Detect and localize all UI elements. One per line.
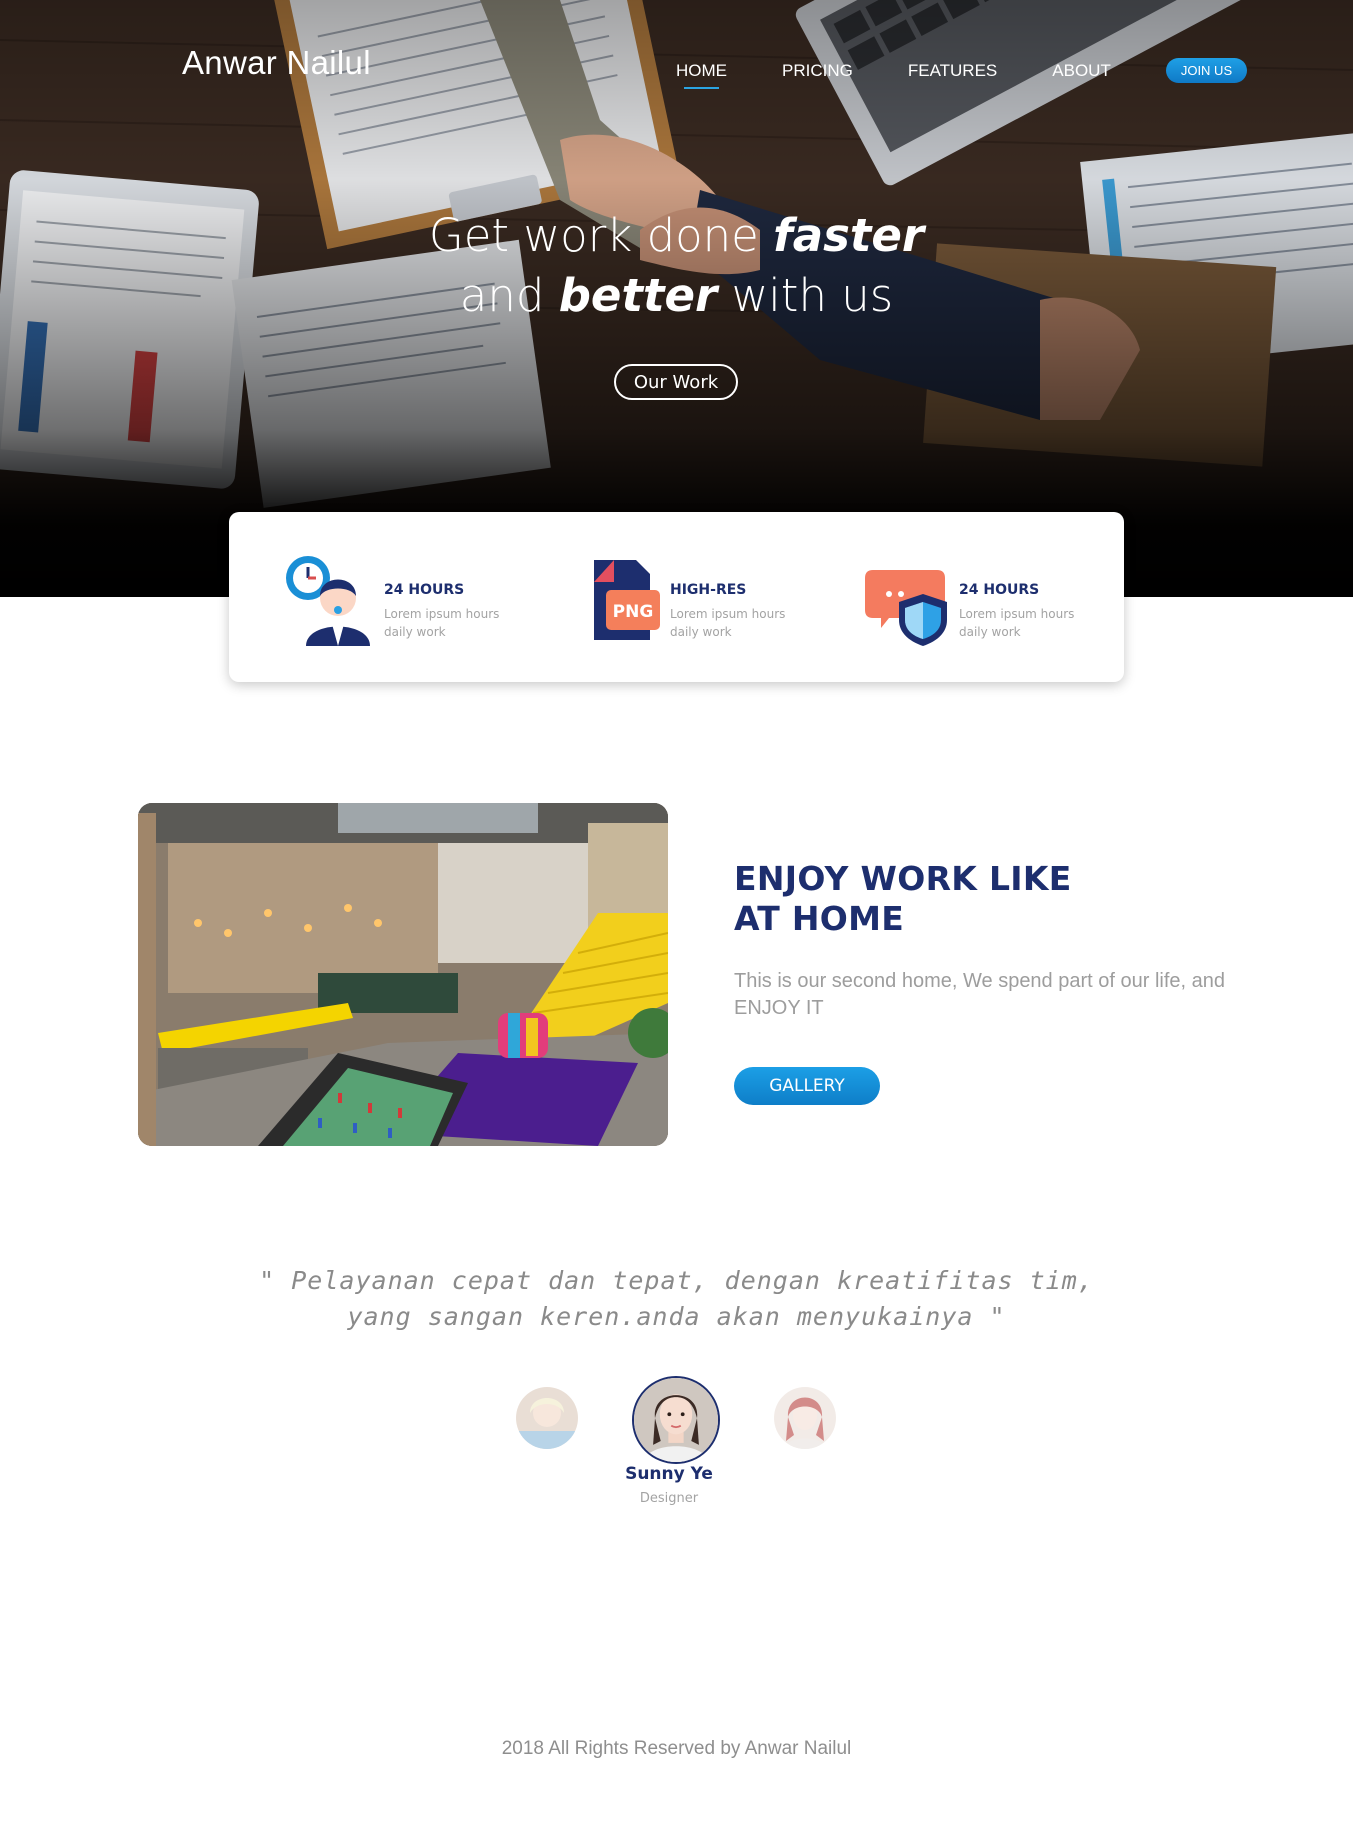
- feature-desc: Lorem ipsum hours daily work: [670, 607, 786, 639]
- avatar-right[interactable]: [774, 1387, 836, 1449]
- png-label: PNG: [613, 602, 654, 622]
- avatar-left[interactable]: [516, 1387, 578, 1449]
- enjoy-title-text: AT: [734, 899, 792, 938]
- nav-home[interactable]: HOME: [676, 61, 727, 89]
- feature-desc: Lorem ipsum hours daily work: [959, 607, 1075, 639]
- nav-about[interactable]: ABOUT: [1052, 61, 1111, 81]
- nav-pricing[interactable]: PRICING: [782, 61, 853, 81]
- testimonial-quote: " Pelayanan cepat dan tepat, dengan krea…: [0, 1263, 1353, 1335]
- join-us-button[interactable]: JOIN US: [1165, 58, 1248, 83]
- enjoy-description: This is our second home, We spend part o…: [734, 970, 1226, 1019]
- gallery-button[interactable]: GALLERY: [734, 1067, 880, 1105]
- our-work-button[interactable]: Our Work: [614, 364, 738, 400]
- feature-desc: Lorem ipsum hours daily work: [384, 607, 500, 639]
- features-card: 24 HOURS Lorem ipsum hours daily work PN…: [229, 512, 1124, 682]
- support-agent-clock-icon: [286, 556, 370, 646]
- hero-title-text: with us: [717, 269, 894, 322]
- footer-copyright: 2018 All Rights Reserved by Anwar Nailul: [501, 1738, 852, 1759]
- testimonial-name: Sunny Ye: [625, 1464, 713, 1484]
- enjoy-title-text: LIKE: [977, 859, 1072, 898]
- feature-title: HIGH-RES: [670, 582, 747, 598]
- enjoy-title-emphasis: HOME: [791, 899, 905, 938]
- office-photo: [138, 803, 668, 1146]
- hero-title-emphasis: better: [558, 269, 718, 322]
- avatar-active[interactable]: [632, 1376, 720, 1464]
- quote-line: " Pelayanan cepat dan tepat, dengan krea…: [259, 1266, 1094, 1295]
- hero-title-text: Get work done: [428, 209, 774, 262]
- feature-title: 24 HOURS: [384, 582, 465, 598]
- hero-section: Anwar Nailul HOME PRICING FEATURES ABOUT…: [0, 0, 1353, 597]
- enjoy-title-text: ENJOY: [734, 859, 861, 898]
- hero-title-line2: and better with us: [460, 269, 893, 322]
- brand-logo[interactable]: Anwar Nailul: [182, 44, 371, 82]
- nav-features[interactable]: FEATURES: [908, 61, 997, 81]
- testimonial-role: Designer: [639, 1491, 699, 1506]
- feature-title: 24 HOURS: [959, 582, 1040, 598]
- hero-title-line1: Get work done faster: [429, 209, 924, 262]
- main-nav: HOME PRICING FEATURES ABOUT JOIN US: [676, 58, 1302, 89]
- quote-line: yang sangan keren.anda akan menyukainya …: [347, 1302, 1006, 1331]
- hero-title-text: and: [459, 269, 559, 322]
- hero-title-emphasis: faster: [773, 209, 925, 262]
- hero-title: Get work done faster and better with us: [0, 206, 1353, 326]
- enjoy-title: ENJOY WORK LIKE AT HOME: [734, 859, 1134, 939]
- png-file-icon: PNG: [594, 560, 660, 640]
- enjoy-title-emphasis: WORK: [860, 859, 978, 898]
- chat-shield-icon: [865, 570, 947, 646]
